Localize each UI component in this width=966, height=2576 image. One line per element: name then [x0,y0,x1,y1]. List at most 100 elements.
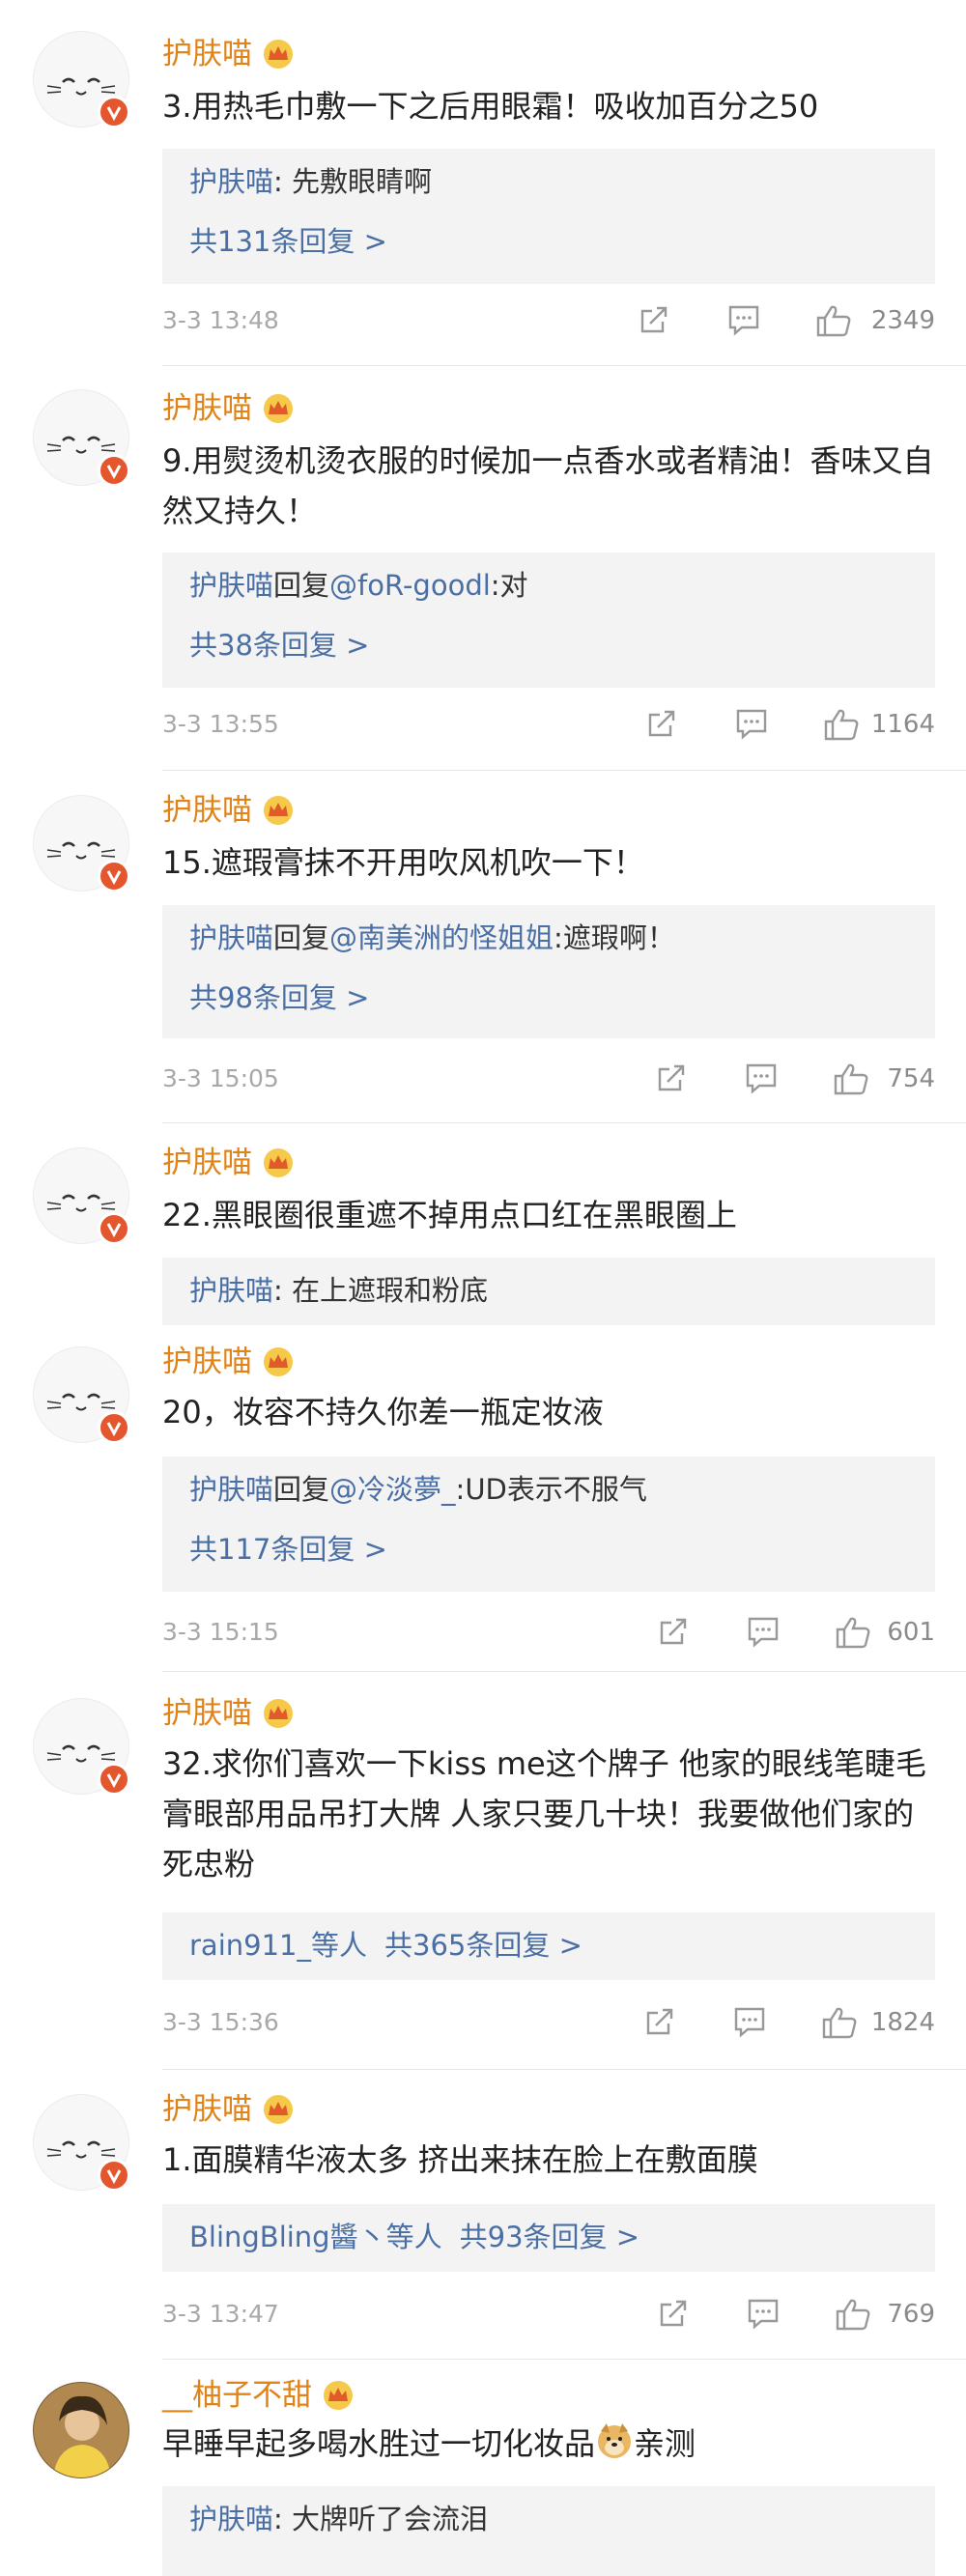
divider [162,1671,966,1672]
reply-author[interactable]: 护肤喵 [189,1274,273,1307]
reply-count-link[interactable]: 共131条回复 > [189,222,387,261]
reply-count-link[interactable]: 共38条回复 > [189,626,369,665]
reply-preview-box[interactable]: rain911_等人 共365条回复 > [162,1912,935,1980]
avatar[interactable] [33,1147,130,1245]
comment-item: 护肤喵 15.遮瑕膏抹不开用吹风机吹一下！ 护肤喵回复@南美洲的怪姐姐:遮瑕啊！… [0,772,966,1124]
thumbs-up-icon[interactable] [815,303,852,338]
verified-badge [98,860,130,892]
username[interactable]: 护肤喵 [162,2090,295,2129]
share-icon[interactable] [643,2005,676,2038]
comment-item: 护肤喵 1.面膜精华液太多 挤出来抹在脸上在敷面膜 BlingBling醬丶等人… [0,2071,966,2361]
verified-badge [98,454,130,487]
avatar[interactable] [33,1698,130,1796]
reply-line: 护肤喵回复@冷淡夢_:UD表示不服气 [189,1470,647,1509]
share-icon[interactable] [657,1615,690,1648]
username-text[interactable]: 护肤喵 [162,391,252,426]
crown-badge-icon [264,2095,293,2124]
thumbs-up-icon[interactable] [835,2297,871,2332]
comment-text-tail: 亲测 [634,2425,696,2462]
avatar[interactable] [33,2382,129,2478]
reply-author[interactable]: 护肤喵 [189,165,273,198]
avatar[interactable] [33,31,130,128]
username-text[interactable]: 护肤喵 [162,1146,252,1180]
reply-mention-link[interactable]: @南美洲的怪姐姐 [329,921,554,954]
username-text[interactable]: __柚子不甜 [162,2378,312,2413]
username[interactable]: 护肤喵 [162,389,295,428]
comment-text: 早睡早起多喝水胜过一切化妆品 亲测 [162,2419,935,2469]
verified-v-icon [106,1223,122,1237]
username-text[interactable]: 护肤喵 [162,1345,252,1379]
comment-icon[interactable] [732,2005,767,2038]
reply-mention-link[interactable]: @foR-goodl [329,569,491,602]
reply-text: : 在上遮瑕和粉底 [273,1274,489,1307]
timestamp: 3-3 13:55 [162,710,279,738]
reply-author[interactable]: rain911_ [189,1929,311,1962]
thumbs-up-icon[interactable] [835,1615,871,1650]
username[interactable]: 护肤喵 [162,1343,295,1381]
reply-line: rain911_等人 共365条回复 > [189,1926,582,1965]
username-text[interactable]: 护肤喵 [162,1696,252,1731]
comment-icon[interactable] [746,2297,781,2330]
reply-preview-box[interactable]: 护肤喵: 先敷眼睛啊 共131条回复 > [162,149,935,284]
reply-count-link[interactable]: 共93条回复 > [460,2221,639,2253]
avatar[interactable] [33,2094,130,2192]
avatar[interactable] [33,795,130,892]
timestamp: 3-3 15:36 [162,2008,279,2036]
thumbs-up-icon[interactable] [833,1062,869,1096]
comment-item: 护肤喵 3.用热毛巾敷一下之后用眼霜！吸收加百分之50 护肤喵: 先敷眼睛啊 共… [0,0,966,367]
comment-text: 22.黑眼圈很重遮不掉用点口红在黑眼圈上 [162,1197,737,1233]
username-text[interactable]: 护肤喵 [162,793,252,828]
comment-icon[interactable] [744,1062,779,1094]
share-icon[interactable] [645,707,678,740]
divider [162,1122,966,1123]
avatar[interactable] [33,1346,130,1444]
username[interactable]: 护肤喵 [162,35,295,73]
reply-author[interactable]: 护肤喵 [189,569,273,602]
reply-text: : 大牌听了会流泪 [273,2503,489,2535]
reply-preview-box[interactable]: 护肤喵回复@南美洲的怪姐姐:遮瑕啊！ 共98条回复 > [162,905,935,1038]
comment-item: 护肤喵 9.用熨烫机烫衣服的时候加一点香水或者精油！香味又自然又持久！ 护肤喵回… [0,366,966,772]
username-text[interactable]: 护肤喵 [162,37,252,71]
reply-preview-box[interactable]: 护肤喵回复@冷淡夢_:UD表示不服气 共117条回复 > [162,1457,935,1592]
comment-item: 护肤喵 22.黑眼圈很重遮不掉用点口红在黑眼圈上 护肤喵: 在上遮瑕和粉底 [0,1124,966,1325]
reply-preview-box[interactable]: BlingBling醬丶等人 共93条回复 > [162,2204,935,2272]
comment-icon[interactable] [734,707,769,740]
comment-icon[interactable] [726,303,761,336]
reply-author[interactable]: 护肤喵 [189,1473,273,1506]
thumbs-up-icon[interactable] [823,707,860,742]
reply-author[interactable]: 护肤喵 [189,2503,273,2535]
reply-text: 回复 [273,1473,330,1506]
username[interactable]: 护肤喵 [162,791,295,830]
reply-text-tail: :对 [490,569,528,602]
share-icon[interactable] [638,303,670,336]
reply-count-link[interactable]: 共98条回复 > [189,978,369,1017]
reply-mention-link[interactable]: @冷淡夢_ [329,1473,456,1506]
comment-meta: 3-3 15:05 754 [162,1060,935,1098]
reply-preview-box[interactable]: 护肤喵: 在上遮瑕和粉底 [162,1258,935,1325]
reply-count-link[interactable]: 共117条回复 > [189,1530,387,1569]
reply-author[interactable]: BlingBling醬丶 [189,2221,386,2253]
reply-line: BlingBling醬丶等人 共93条回复 > [189,2218,639,2256]
share-icon[interactable] [657,2297,690,2330]
comment-meta: 3-3 13:47 769 [162,2295,935,2334]
username[interactable]: 护肤喵 [162,1694,295,1733]
username[interactable]: 护肤喵 [162,1144,295,1182]
reply-text: 回复 [273,569,330,602]
username[interactable]: __柚子不甜 [162,2376,355,2415]
reply-text-tail: :UD表示不服气 [455,1473,647,1506]
comment-meta: 3-3 13:48 2349 [162,301,935,340]
reply-author[interactable]: 护肤喵 [189,921,273,954]
username-text[interactable]: 护肤喵 [162,2092,252,2127]
reply-preview-box[interactable]: 护肤喵: 大牌听了会流泪 [162,2486,935,2576]
thumbs-up-icon[interactable] [821,2005,858,2040]
comment-text: 1.面膜精华液太多 挤出来抹在脸上在敷面膜 [162,2141,758,2178]
divider [162,770,966,771]
reply-preview-box[interactable]: 护肤喵回复@foR-goodl:对 共38条回复 > [162,552,935,688]
reply-line: 护肤喵回复@南美洲的怪姐姐:遮瑕啊！ [189,919,675,957]
avatar[interactable] [33,389,130,487]
reply-count-link[interactable]: 共365条回复 > [384,1929,582,1962]
comment-icon[interactable] [746,1615,781,1648]
share-icon[interactable] [655,1062,688,1094]
reply-line: 护肤喵: 在上遮瑕和粉底 [189,1271,488,1310]
crown-badge-icon [264,796,293,825]
